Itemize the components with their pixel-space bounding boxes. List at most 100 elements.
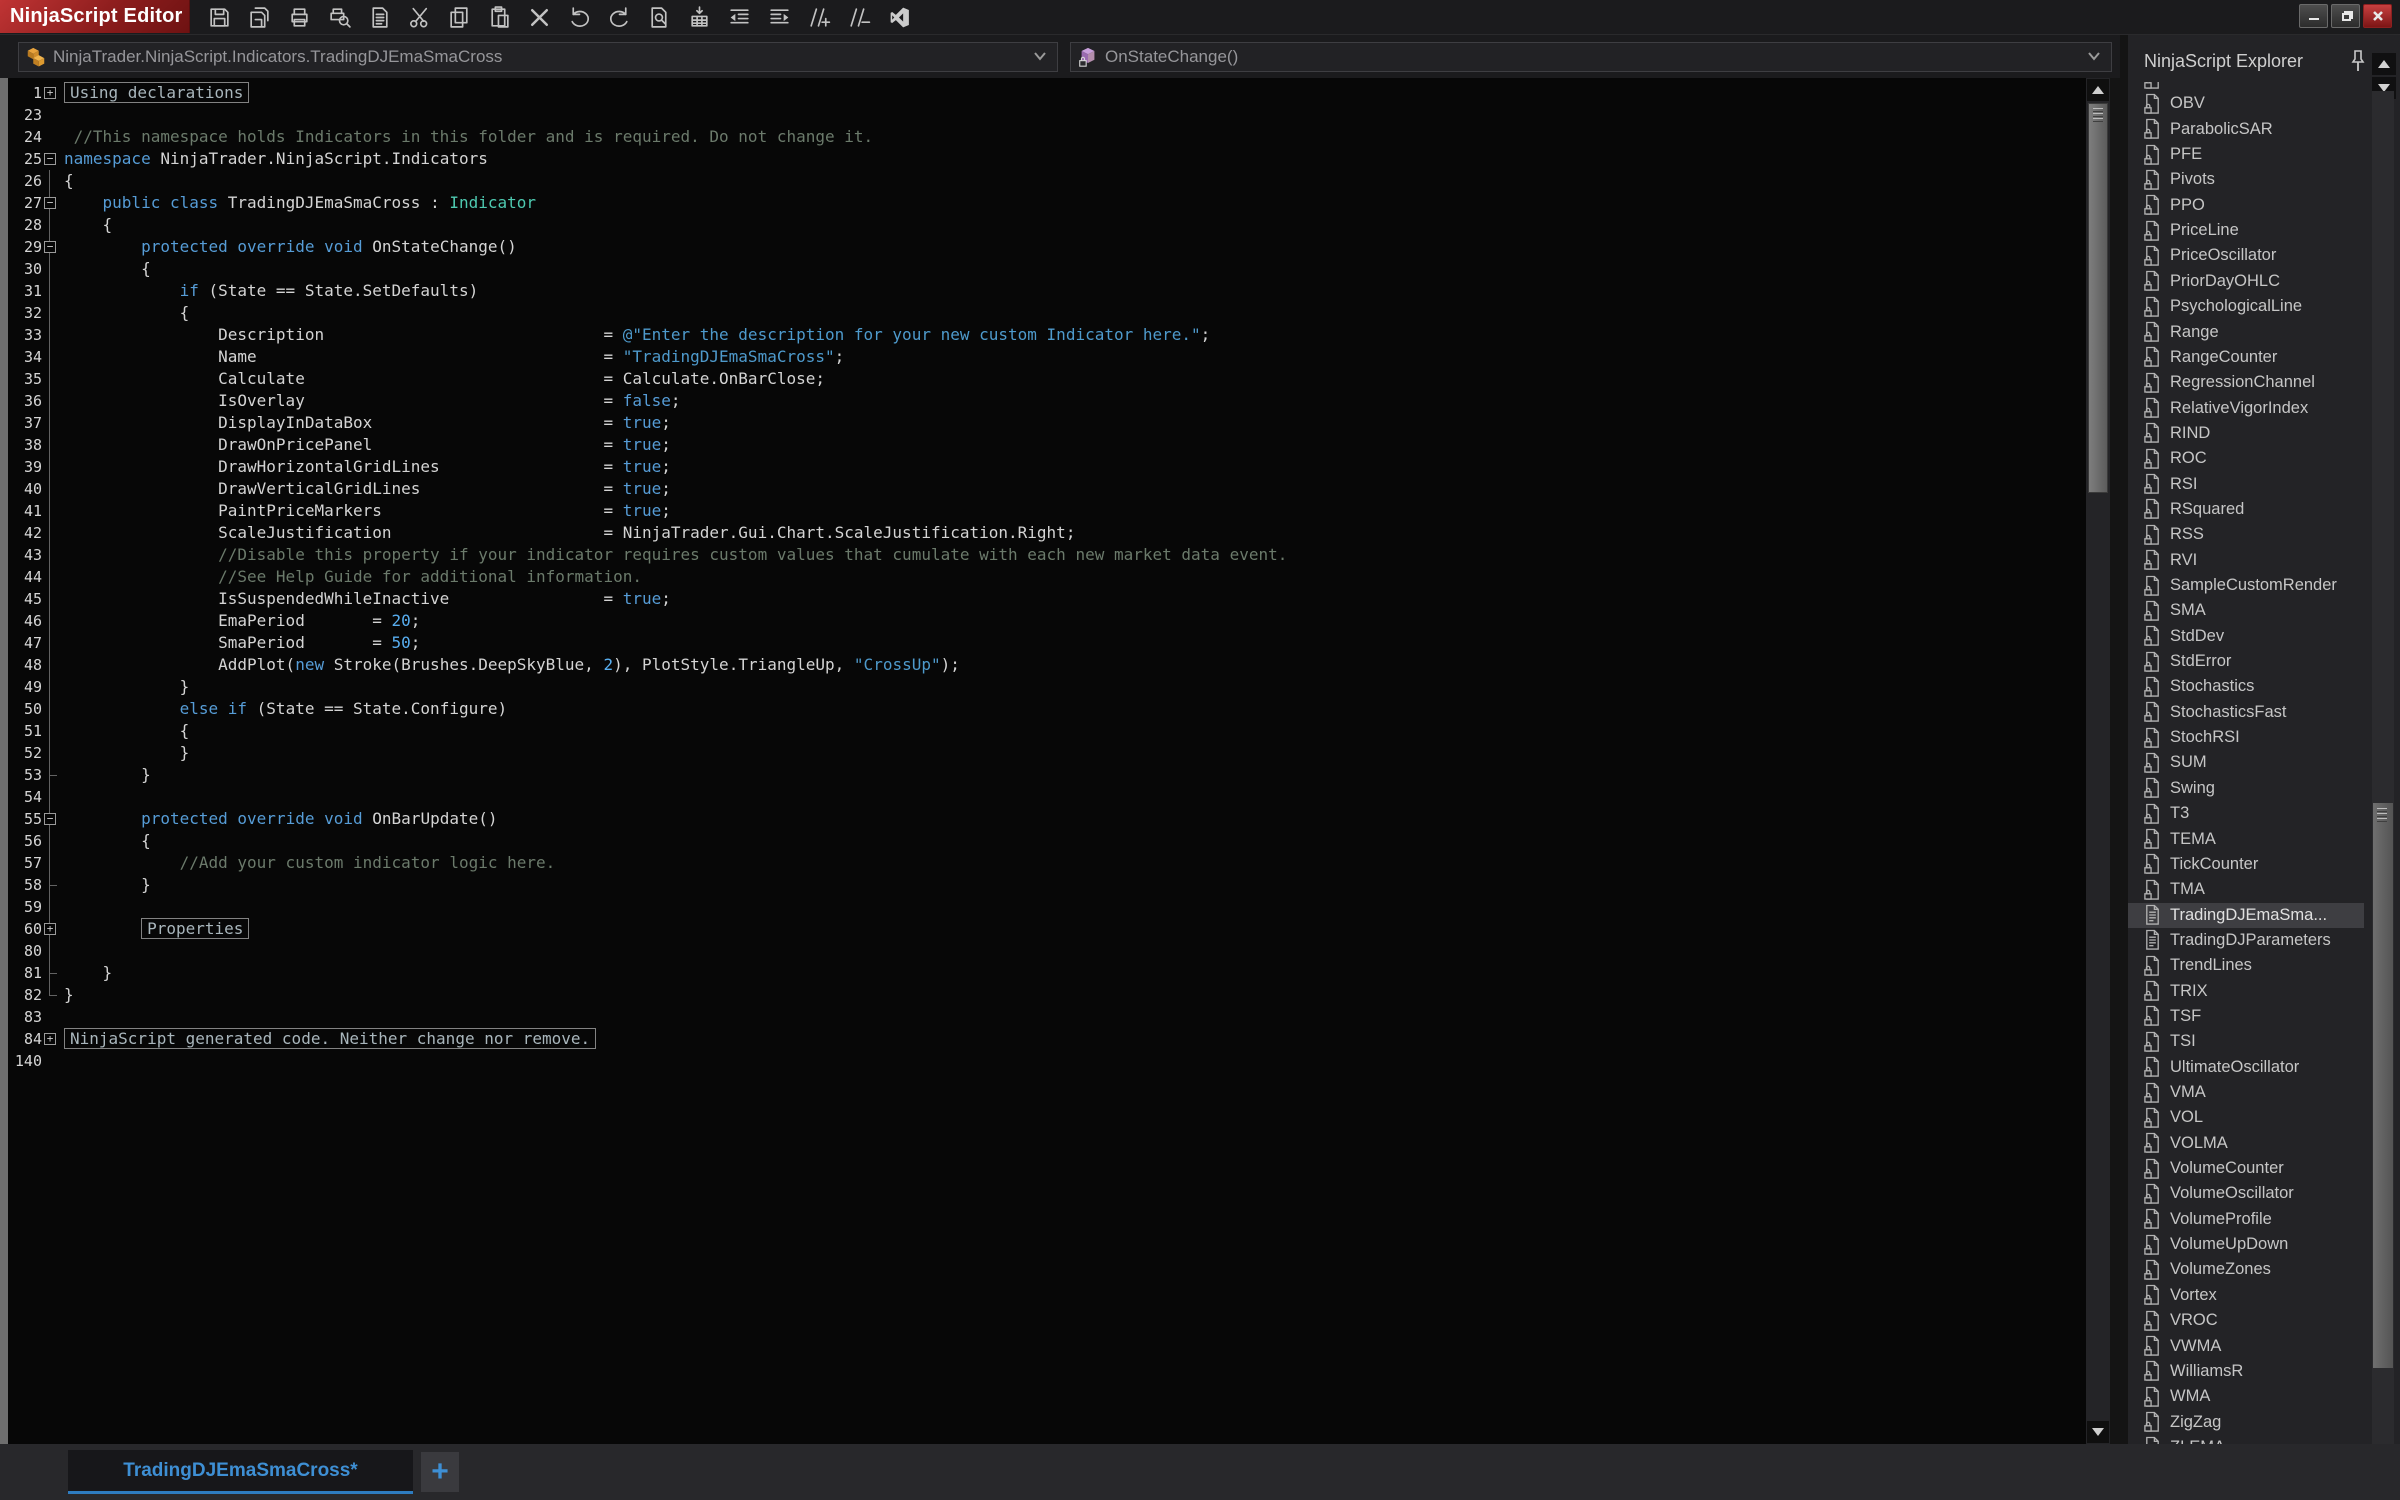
tab-tradingdjemasmacross[interactable]: TradingDJEmaSmaCross* [68, 1450, 413, 1494]
code-line[interactable]: 60+ Properties [0, 918, 2086, 940]
explorer-item-range[interactable]: Range [2128, 320, 2364, 345]
add-tab-button[interactable]: + [421, 1452, 459, 1492]
pin-icon[interactable] [2348, 49, 2368, 75]
code-line[interactable]: 26{ [0, 170, 2086, 192]
code-line[interactable]: 54 [0, 786, 2086, 808]
explorer-item-pfe[interactable]: PFE [2128, 142, 2364, 167]
explorer-item-williamsr[interactable]: WilliamsR [2128, 1359, 2364, 1384]
explorer-item-stochrsi[interactable]: StochRSI [2128, 725, 2364, 750]
fold-collapse-box[interactable]: − [44, 153, 56, 165]
collapsed-region[interactable]: NinjaScript generated code. Neither chan… [64, 1028, 596, 1049]
fold-collapse-box[interactable]: − [44, 197, 56, 209]
code-line[interactable]: 55− protected override void OnBarUpdate(… [0, 808, 2086, 830]
code-line[interactable]: 50 else if (State == State.Configure) [0, 698, 2086, 720]
explorer-item-tradingdjparameters[interactable]: TradingDJParameters [2128, 928, 2364, 953]
code-line[interactable]: 38 DrawOnPricePanel = true; [0, 434, 2086, 456]
code-line[interactable]: 34 Name = "TradingDJEmaSmaCross"; [0, 346, 2086, 368]
collapsed-region[interactable]: Using declarations [64, 82, 249, 103]
code-line[interactable]: 59 [0, 896, 2086, 918]
code-line[interactable]: 24 //This namespace holds Indicators in … [0, 126, 2086, 148]
code-line[interactable]: 46 EmaPeriod = 20; [0, 610, 2086, 632]
collapsed-region[interactable]: Properties [141, 918, 249, 939]
code-line[interactable]: 25−namespace NinjaTrader.NinjaScript.Ind… [0, 148, 2086, 170]
explorer-item-volumecounter[interactable]: VolumeCounter [2128, 1156, 2364, 1181]
explorer-scroll-up-arrow[interactable] [2372, 53, 2396, 75]
code-line[interactable]: 42 ScaleJustification = NinjaTrader.Gui.… [0, 522, 2086, 544]
code-line[interactable]: 27− public class TradingDJEmaSmaCross : … [0, 192, 2086, 214]
explorer-item-rangecounter[interactable]: RangeCounter [2128, 345, 2364, 370]
code-line[interactable]: 49 } [0, 676, 2086, 698]
explorer-item-rind[interactable]: RIND [2128, 421, 2364, 446]
compile-icon[interactable] [684, 3, 714, 31]
explorer-item-swing[interactable]: Swing [2128, 776, 2364, 801]
explorer-item-volumeprofile[interactable]: VolumeProfile [2128, 1207, 2364, 1232]
code-line[interactable]: 40 DrawVerticalGridLines = true; [0, 478, 2086, 500]
explorer-item-sma[interactable]: SMA [2128, 598, 2364, 623]
comment-remove-icon[interactable] [844, 3, 874, 31]
explorer-item-rss[interactable]: RSS [2128, 522, 2364, 547]
explorer-item-vol[interactable]: VOL [2128, 1105, 2364, 1130]
code-line[interactable]: 1+Using declarations [0, 82, 2086, 104]
code-line[interactable]: 82} [0, 984, 2086, 1006]
redo-icon[interactable] [604, 3, 634, 31]
fold-collapse-box[interactable]: − [44, 241, 56, 253]
fold-expand-box[interactable]: + [44, 87, 56, 99]
editor-scrollbar-thumb[interactable] [2088, 103, 2108, 493]
explorer-item-relativevigorindex[interactable]: RelativeVigorIndex [2128, 396, 2364, 421]
explorer-item-pivots[interactable]: Pivots [2128, 167, 2364, 192]
save-all-icon[interactable] [244, 3, 274, 31]
outdent-icon[interactable] [724, 3, 754, 31]
explorer-item-vwma[interactable]: VWMA [2128, 1334, 2364, 1359]
explorer-item-volumezones[interactable]: VolumeZones [2128, 1257, 2364, 1282]
explorer-item-priceline[interactable]: PriceLine [2128, 218, 2364, 243]
code-line[interactable]: 53 } [0, 764, 2086, 786]
minimize-button[interactable] [2299, 4, 2328, 28]
find-icon[interactable] [644, 3, 674, 31]
member-selector-dropdown[interactable]: OnStateChange() [1070, 42, 2112, 72]
indent-icon[interactable] [764, 3, 794, 31]
explorer-item-rvi[interactable]: RVI [2128, 548, 2364, 573]
explorer-item-priordayohlc[interactable]: PriorDayOHLC [2128, 269, 2364, 294]
code-line[interactable]: 41 PaintPriceMarkers = true; [0, 500, 2086, 522]
code-line[interactable]: 47 SmaPeriod = 50; [0, 632, 2086, 654]
explorer-item-tickcounter[interactable]: TickCounter [2128, 852, 2364, 877]
code-line[interactable]: 140 [0, 1050, 2086, 1072]
code-line[interactable]: 32 { [0, 302, 2086, 324]
explorer-item-parabolicsar[interactable]: ParabolicSAR [2128, 117, 2364, 142]
explorer-item-volumeupdown[interactable]: VolumeUpDown [2128, 1232, 2364, 1257]
code-line[interactable]: 33 Description = @"Enter the description… [0, 324, 2086, 346]
code-line[interactable]: 51 { [0, 720, 2086, 742]
code-line[interactable]: 56 { [0, 830, 2086, 852]
comment-add-icon[interactable] [804, 3, 834, 31]
explorer-item-trendlines[interactable]: TrendLines [2128, 953, 2364, 978]
explorer-item-wma[interactable]: WMA [2128, 1384, 2364, 1409]
code-line[interactable]: 36 IsOverlay = false; [0, 390, 2086, 412]
explorer-item-zigzag[interactable]: ZigZag [2128, 1410, 2364, 1435]
code-line[interactable]: 81 } [0, 962, 2086, 984]
explorer-item[interactable] [2128, 82, 2364, 91]
undo-icon[interactable] [564, 3, 594, 31]
explorer-item-sum[interactable]: SUM [2128, 750, 2364, 775]
print-preview-icon[interactable] [324, 3, 354, 31]
explorer-item-samplecustomrender[interactable]: SampleCustomRender [2128, 573, 2364, 598]
explorer-item-tradingdjemasma-[interactable]: TradingDJEmaSma... [2128, 903, 2364, 928]
explorer-item-trix[interactable]: TRIX [2128, 979, 2364, 1004]
visual-studio-icon[interactable] [884, 3, 914, 31]
cut-icon[interactable] [404, 3, 434, 31]
document-icon[interactable] [364, 3, 394, 31]
code-line[interactable]: 28 { [0, 214, 2086, 236]
fold-collapse-box[interactable]: − [44, 813, 56, 825]
code-line[interactable]: 80 [0, 940, 2086, 962]
save-icon[interactable] [204, 3, 234, 31]
code-line[interactable]: 29− protected override void OnStateChang… [0, 236, 2086, 258]
scroll-up-arrow[interactable] [2087, 79, 2109, 101]
explorer-item-volma[interactable]: VOLMA [2128, 1131, 2364, 1156]
explorer-item-ultimateoscillator[interactable]: UltimateOscillator [2128, 1055, 2364, 1080]
explorer-item-stochastics[interactable]: Stochastics [2128, 674, 2364, 699]
explorer-item-vortex[interactable]: Vortex [2128, 1283, 2364, 1308]
code-line[interactable]: 57 //Add your custom indicator logic her… [0, 852, 2086, 874]
code-line[interactable]: 45 IsSuspendedWhileInactive = true; [0, 588, 2086, 610]
code-line[interactable]: 35 Calculate = Calculate.OnBarClose; [0, 368, 2086, 390]
explorer-item-rsquared[interactable]: RSquared [2128, 497, 2364, 522]
paste-icon[interactable] [484, 3, 514, 31]
